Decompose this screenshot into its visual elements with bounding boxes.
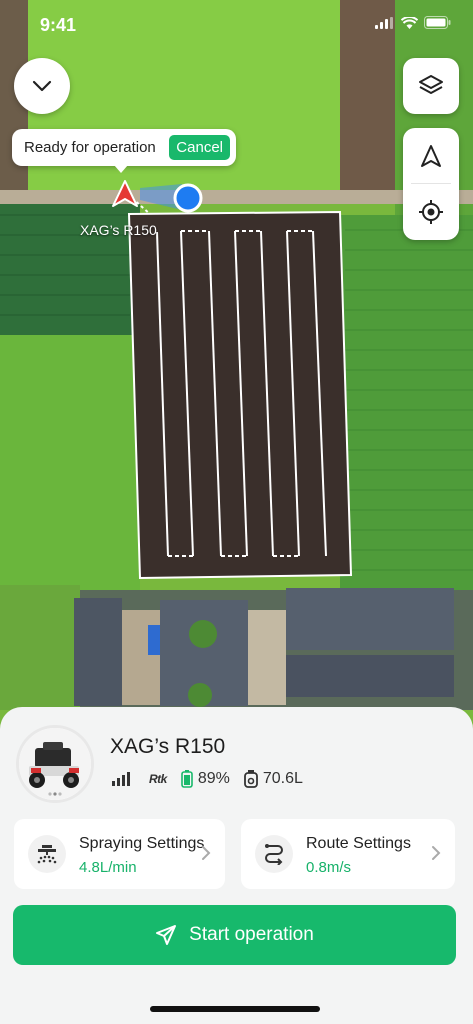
tank-stat: 70.6L [243,770,303,788]
device-stats: Rtk 89% 70.6L [112,770,317,788]
collapse-button[interactable] [14,58,70,114]
sprayer-icon-wrap [28,835,66,873]
spraying-settings-card[interactable]: Spraying Settings 4.8L/min [14,819,225,889]
locate-me-button[interactable] [403,185,459,240]
battery-status-icon [424,16,451,29]
chevron-right-icon [202,846,211,860]
drone-map-label: XAG’s R150 [80,222,157,238]
spraying-settings-title: Spraying Settings [79,835,205,852]
compass-button[interactable] [403,128,459,183]
navigation-arrow-icon [421,144,441,167]
wifi-icon [401,16,418,29]
map-layers-button[interactable] [403,58,459,114]
home-indicator[interactable] [150,1006,320,1012]
status-bar: 9:41 [0,0,473,50]
send-icon [156,925,177,945]
operation-status-text: Ready for operation [24,139,156,156]
tank-volume: 70.6L [262,770,303,787]
battery-stat: 89% [181,770,230,788]
drone-position-marker[interactable] [112,180,138,208]
chevron-down-icon [32,80,52,92]
route-speed-value: 0.8m/s [306,859,352,876]
start-operation-button[interactable]: Start operation [13,905,456,965]
route-icon [265,844,283,865]
route-icon-wrap [255,835,293,873]
chevron-right-icon [432,846,441,860]
operation-status-callout: Ready for operation Cancel [12,129,236,173]
start-operation-label: Start operation [189,924,314,945]
signal-stat [112,772,130,786]
route-settings-title: Route Settings [306,835,411,852]
signal-icon [112,772,130,786]
cellular-signal-icon [375,16,393,29]
rtk-icon: Rtk [149,772,167,786]
device-avatar[interactable] [16,725,94,803]
spraying-rate-value: 4.8L/min [79,859,137,876]
bottom-sheet: XAG’s R150 Rtk 89% 70.6L Spraying Settin… [0,707,473,1024]
rtk-stat: Rtk [144,772,167,786]
device-name: XAG’s R150 [110,735,226,758]
sprayer-icon [37,845,57,864]
status-time: 9:41 [40,15,77,35]
status-icons [375,16,451,29]
user-location-dot [173,183,203,213]
cancel-button[interactable]: Cancel [169,135,230,160]
battery-icon [181,770,193,788]
tank-icon [243,770,258,788]
battery-level: 89% [197,770,230,787]
map-navigation-controls [403,128,459,240]
locate-icon [419,200,443,225]
route-settings-card[interactable]: Route Settings 0.8m/s [241,819,455,889]
callout-tail [114,165,128,173]
robot-vehicle-image [19,728,91,800]
layers-icon [419,75,443,94]
